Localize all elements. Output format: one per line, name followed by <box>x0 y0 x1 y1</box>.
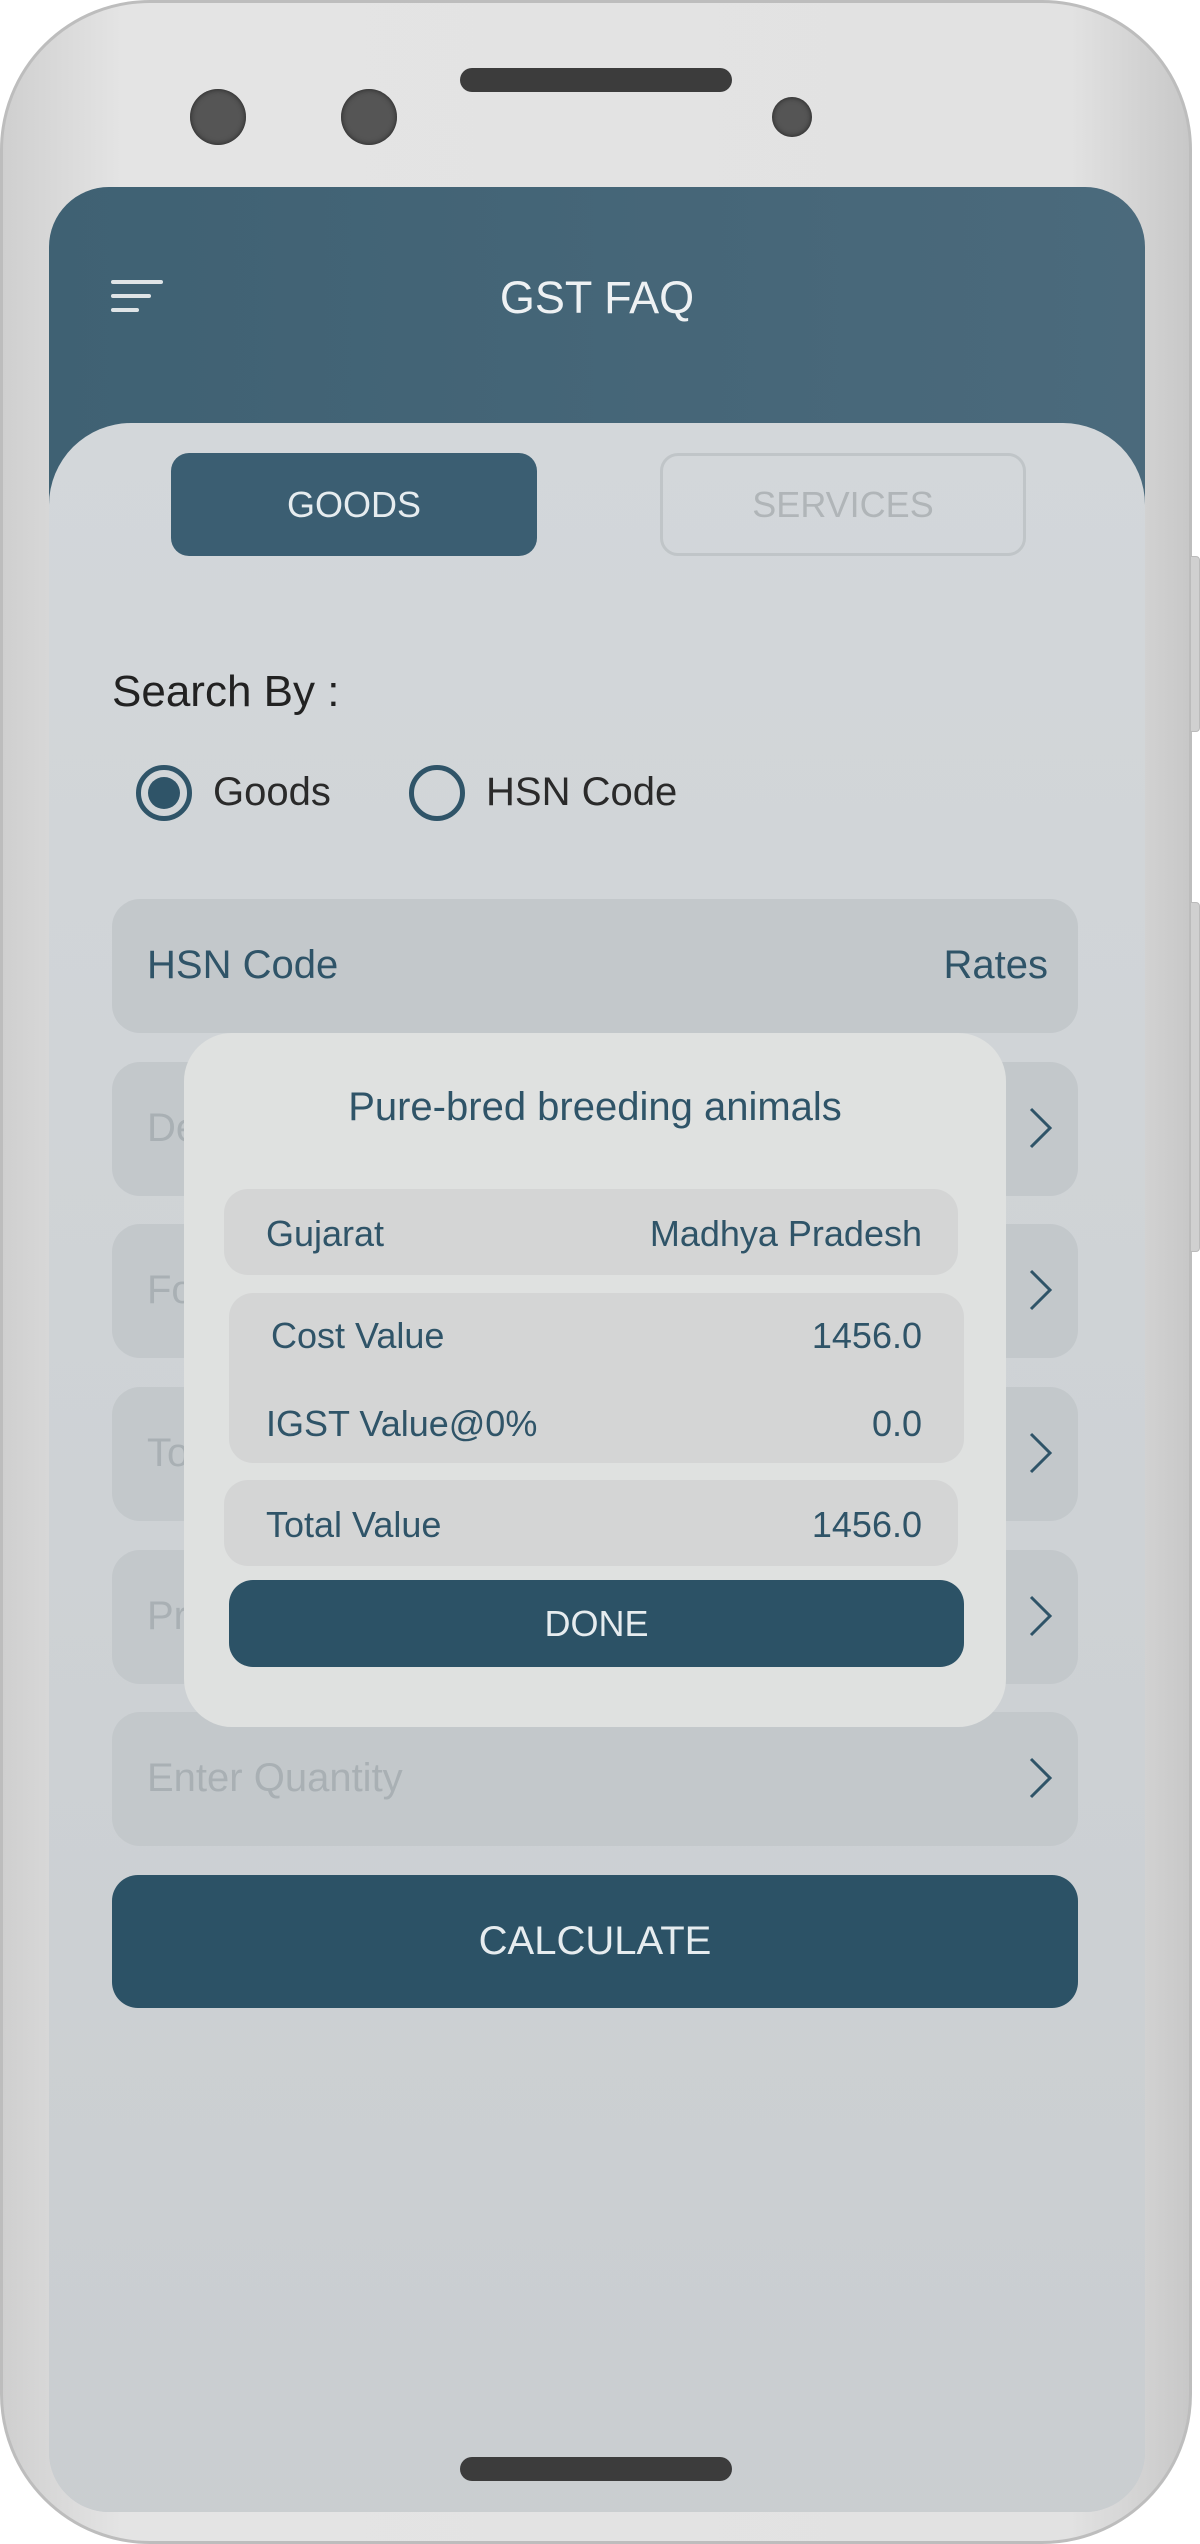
igst-value: 0.0 <box>871 1403 922 1444</box>
radio-goods[interactable] <box>136 765 192 821</box>
chevron-right-icon <box>1029 1107 1053 1149</box>
done-button[interactable]: DONE <box>229 1580 964 1667</box>
field-placeholder: Pr <box>147 1594 187 1638</box>
screen: GST FAQ GOODS SERVICES Search By : Goods… <box>49 187 1145 2512</box>
values-box: Cost Value 1456.0 IGST Value@0% 0.0 <box>229 1293 964 1463</box>
calculate-button[interactable]: CALCULATE <box>112 1875 1078 2008</box>
hsn-code-header: HSN Code <box>147 943 339 987</box>
volume-button <box>1190 556 1200 732</box>
tab-services[interactable]: SERVICES <box>660 453 1026 556</box>
page-title: GST FAQ <box>499 272 695 323</box>
search-by-label: Search By : <box>112 667 340 716</box>
tab-goods[interactable]: GOODS <box>171 453 537 556</box>
cost-value-label: Cost Value <box>271 1315 445 1356</box>
proximity-sensor <box>772 97 812 137</box>
total-value: 1456.0 <box>811 1504 922 1545</box>
front-camera <box>190 89 246 145</box>
radio-goods-label[interactable]: Goods <box>213 770 331 815</box>
states-row: Gujarat Madhya Pradesh <box>224 1189 958 1275</box>
chevron-right-icon <box>1029 1595 1053 1637</box>
rates-header: Rates <box>943 943 1049 987</box>
to-state: Madhya Pradesh <box>649 1213 922 1254</box>
from-state: Gujarat <box>266 1213 385 1254</box>
radio-hsn-code[interactable] <box>409 765 465 821</box>
front-sensor <box>341 89 397 145</box>
home-indicator <box>460 2457 732 2481</box>
cost-value: 1456.0 <box>811 1315 922 1356</box>
chevron-right-icon <box>1029 1432 1053 1474</box>
earpiece-speaker <box>460 68 732 92</box>
chevron-right-icon <box>1029 1269 1053 1311</box>
field-placeholder: To <box>147 1431 190 1475</box>
radio-hsn-code-label[interactable]: HSN Code <box>486 770 677 815</box>
total-row: Total Value 1456.0 <box>224 1480 958 1566</box>
igst-value-label: IGST Value@0% <box>266 1403 538 1444</box>
quantity-placeholder: Enter Quantity <box>147 1756 403 1800</box>
dialog-title: Pure-bred breeding animals <box>348 1085 842 1129</box>
quantity-field[interactable]: Enter Quantity <box>112 1712 1078 1846</box>
chevron-right-icon <box>1029 1757 1053 1799</box>
result-dialog: Pure-bred breeding animals Gujarat Madhy… <box>184 1033 1006 1727</box>
table-header: HSN Code Rates <box>112 899 1078 1033</box>
total-value-label: Total Value <box>266 1504 442 1545</box>
power-button <box>1190 902 1200 1252</box>
